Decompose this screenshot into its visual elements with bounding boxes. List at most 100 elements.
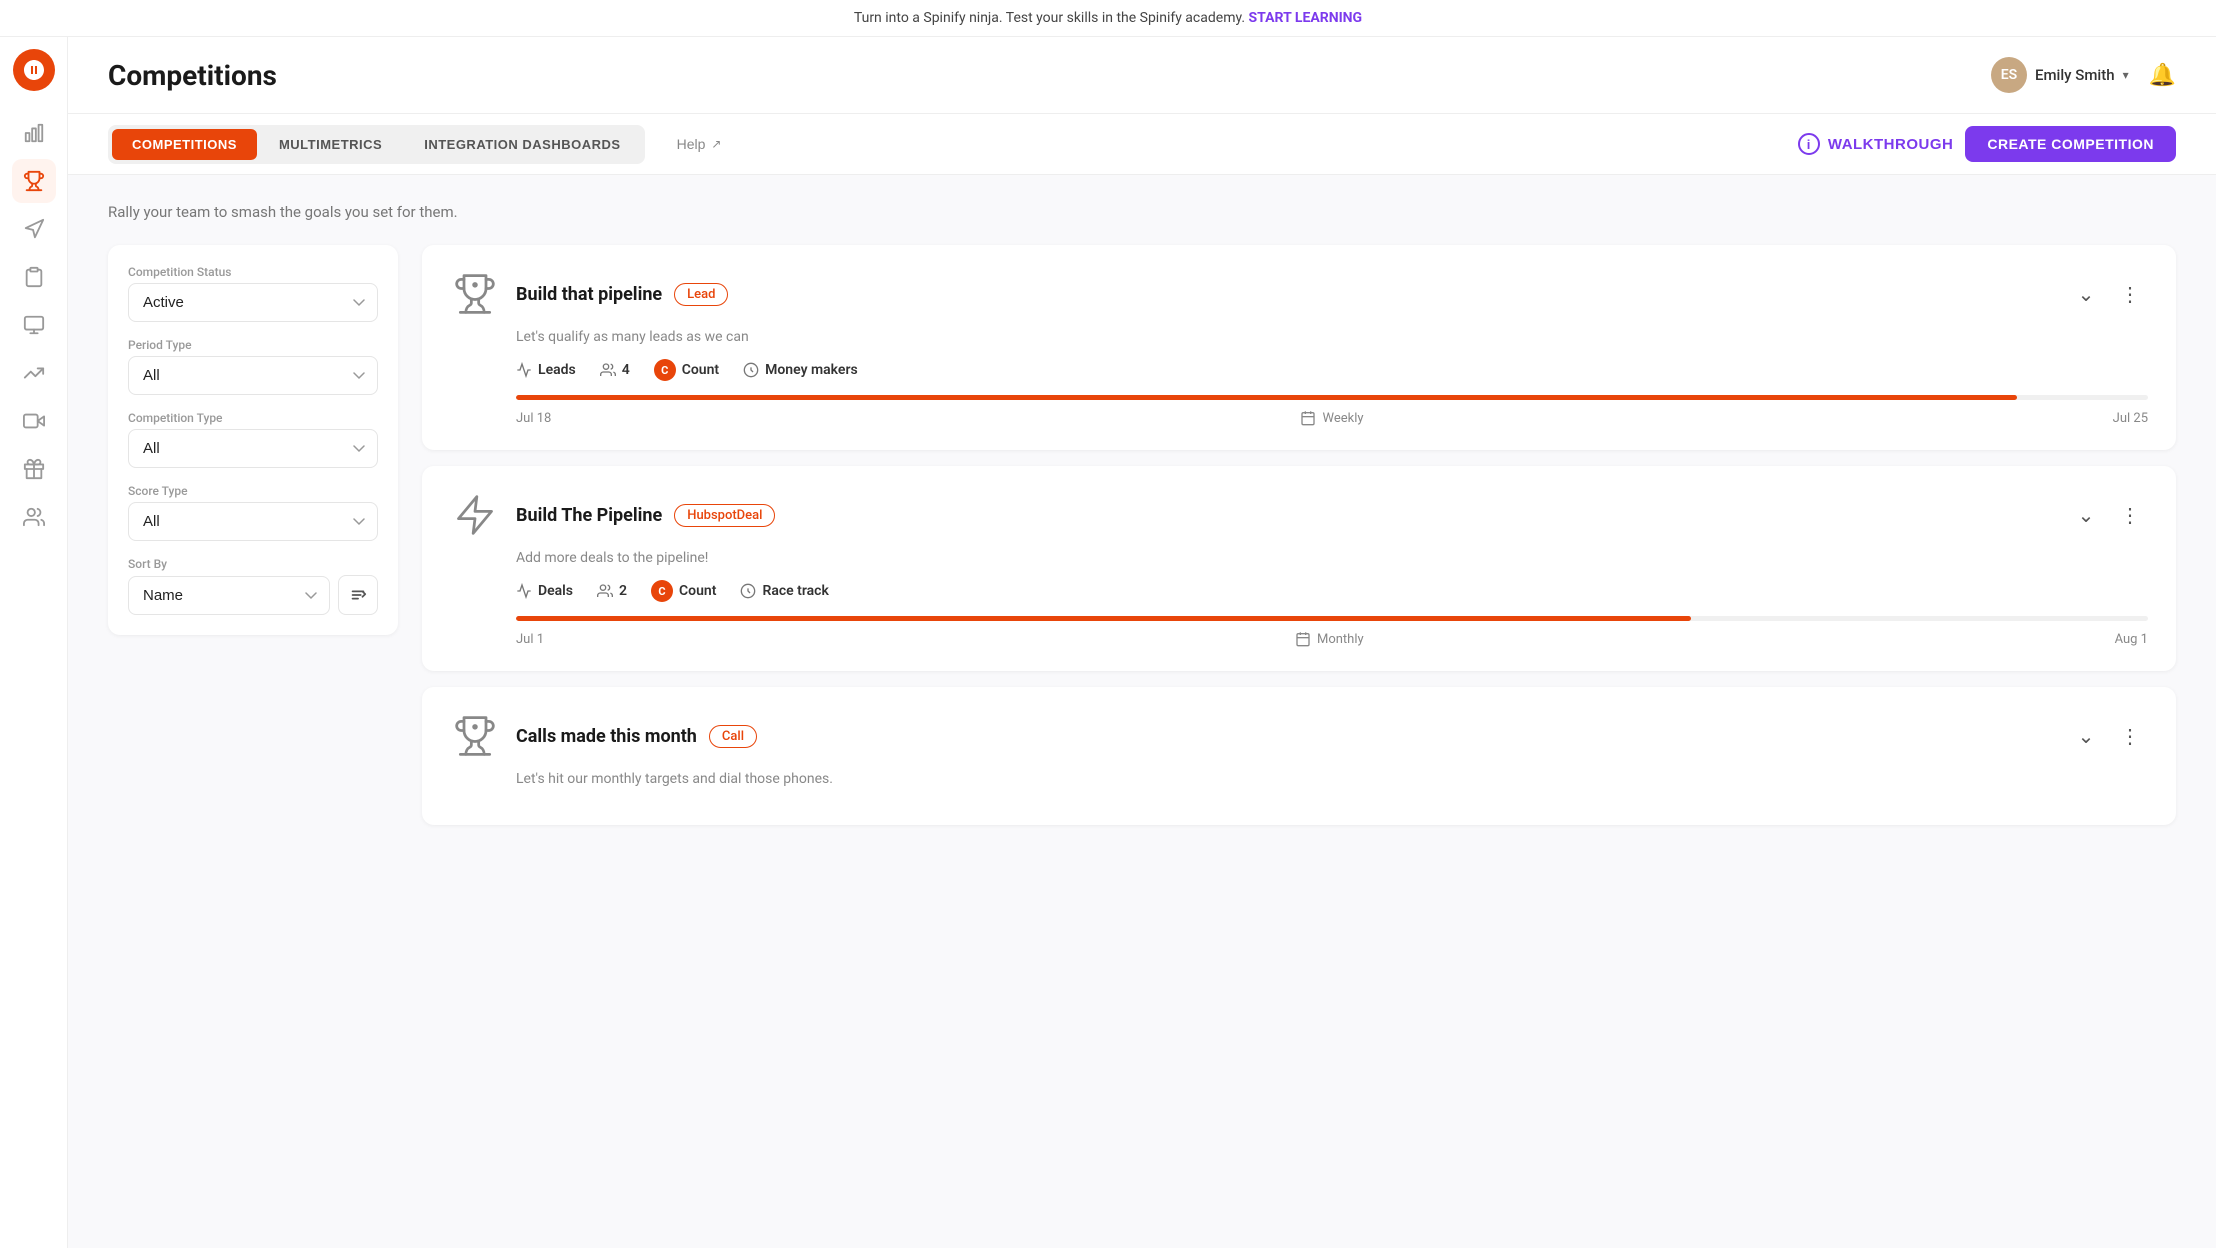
competition-tag: Call xyxy=(709,725,757,748)
competition-title: Calls made this month xyxy=(516,726,697,747)
tab-competitions[interactable]: COMPETITIONS xyxy=(112,129,257,160)
meta-display-type: Money makers xyxy=(743,362,858,378)
sidebar xyxy=(0,37,68,1248)
competition-icon xyxy=(450,490,500,540)
help-label: Help xyxy=(677,136,706,152)
sidebar-item-broadcasts[interactable] xyxy=(12,399,56,443)
content-area: Competitions ES Emily Smith ▾ 🔔 COMPETIT… xyxy=(68,37,2216,1248)
comp-menu-button[interactable]: ⋮ xyxy=(2112,718,2148,754)
walkthrough-button[interactable]: i WALKTHROUGH xyxy=(1798,133,1954,155)
sidebar-item-gifts[interactable] xyxy=(12,447,56,491)
progress-bar-bg xyxy=(516,616,2148,621)
comp-menu-button[interactable]: ⋮ xyxy=(2112,276,2148,312)
score-type-select[interactable]: All Count Sum Average xyxy=(128,502,378,541)
comp-title-row: Build that pipeline Lead xyxy=(516,283,728,306)
sidebar-logo[interactable] xyxy=(13,49,55,91)
progress-bar-fill xyxy=(516,395,2017,400)
tab-actions: i WALKTHROUGH CREATE COMPETITION xyxy=(1798,114,2176,174)
sidebar-item-users[interactable] xyxy=(12,495,56,539)
comp-expand-button[interactable]: ⌄ xyxy=(2068,276,2104,312)
competition-type-select[interactable]: All Individual Team xyxy=(128,429,378,468)
comp-description: Add more deals to the pipeline! xyxy=(516,550,2148,566)
meta-score-type: C Count xyxy=(651,580,716,602)
progress-bar-bg xyxy=(516,395,2148,400)
sidebar-item-reports[interactable] xyxy=(12,255,56,299)
competition-type-label: Competition Type xyxy=(128,411,378,425)
tab-group: COMPETITIONS MULTIMETRICS INTEGRATION DA… xyxy=(108,125,645,164)
participant-count: 4 xyxy=(622,362,630,378)
sidebar-item-competitions[interactable] xyxy=(12,159,56,203)
sidebar-item-analytics[interactable] xyxy=(12,111,56,155)
comp-progress xyxy=(516,616,2148,621)
comp-header-left: Calls made this month Call xyxy=(450,711,757,761)
sort-direction-button[interactable] xyxy=(338,575,378,615)
sort-by-label: Sort By xyxy=(128,557,378,571)
sort-by-filter: Sort By Name Date Created Start Date End… xyxy=(128,557,378,615)
metric-label: Leads xyxy=(538,362,576,378)
main-content: Rally your team to smash the goals you s… xyxy=(68,175,2216,853)
tab-integration-dashboards[interactable]: INTEGRATION DASHBOARDS xyxy=(404,129,640,160)
header-right: ES Emily Smith ▾ 🔔 xyxy=(1991,57,2176,93)
period-type-label: Period Type xyxy=(128,338,378,352)
comp-actions: ⌄ ⋮ xyxy=(2068,497,2148,533)
sort-select-wrap: Name Date Created Start Date End Date xyxy=(128,576,330,615)
competition-tag: Lead xyxy=(674,283,728,306)
score-type-label: Score Type xyxy=(128,484,378,498)
sidebar-item-announcements[interactable] xyxy=(12,207,56,251)
score-type-label: Count xyxy=(682,362,719,378)
competition-type-filter: Competition Type All Individual Team xyxy=(128,411,378,468)
comp-expand-button[interactable]: ⌄ xyxy=(2068,497,2104,533)
comp-header: Build The Pipeline HubspotDeal ⌄ ⋮ xyxy=(450,490,2148,540)
comp-menu-button[interactable]: ⋮ xyxy=(2112,497,2148,533)
comp-progress xyxy=(516,395,2148,400)
sidebar-item-tv[interactable] xyxy=(12,303,56,347)
comp-header-left: Build The Pipeline HubspotDeal xyxy=(450,490,775,540)
sidebar-item-trending[interactable] xyxy=(12,351,56,395)
period-type-select[interactable]: All Daily Weekly Monthly Custom xyxy=(128,356,378,395)
meta-participants: 4 xyxy=(600,362,630,378)
help-button[interactable]: Help ↗ xyxy=(661,128,738,160)
walkthrough-label: WALKTHROUGH xyxy=(1828,136,1954,153)
competition-tag: HubspotDeal xyxy=(674,504,775,527)
tab-bar: COMPETITIONS MULTIMETRICS INTEGRATION DA… xyxy=(68,114,2216,175)
comp-header: Build that pipeline Lead ⌄ ⋮ xyxy=(450,269,2148,319)
info-icon: i xyxy=(1798,133,1820,155)
meta-metric: Leads xyxy=(516,362,576,378)
meta-metric: Deals xyxy=(516,583,573,599)
comp-actions: ⌄ ⋮ xyxy=(2068,276,2148,312)
score-type-badge: C xyxy=(651,580,673,602)
display-type-label: Race track xyxy=(762,583,828,599)
page-title: Competitions xyxy=(108,59,277,92)
metric-label: Deals xyxy=(538,583,573,599)
content-grid: Competition Status Active All Inactive S… xyxy=(108,245,2176,825)
comp-header-left: Build that pipeline Lead xyxy=(450,269,728,319)
competition-title: Build that pipeline xyxy=(516,284,662,305)
period-label: Weekly xyxy=(1322,411,1363,426)
competitions-list: Build that pipeline Lead ⌄ ⋮ Let's quali… xyxy=(422,245,2176,825)
comp-description: Let's hit our monthly targets and dial t… xyxy=(516,771,2148,787)
comp-title-row: Build The Pipeline HubspotDeal xyxy=(516,504,775,527)
create-competition-button[interactable]: CREATE COMPETITION xyxy=(1965,126,2176,162)
participant-count: 2 xyxy=(619,583,627,599)
start-date: Jul 18 xyxy=(516,411,551,426)
banner-cta[interactable]: START LEARNING xyxy=(1249,10,1363,26)
sort-by-select[interactable]: Name Date Created Start Date End Date xyxy=(128,576,330,615)
comp-header: Calls made this month Call ⌄ ⋮ xyxy=(450,711,2148,761)
competition-card: Build The Pipeline HubspotDeal ⌄ ⋮ Add m… xyxy=(422,466,2176,671)
comp-meta: Leads 4 C Count xyxy=(516,359,2148,381)
end-date: Aug 1 xyxy=(2115,632,2148,647)
progress-bar-fill xyxy=(516,616,1691,621)
competition-title: Build The Pipeline xyxy=(516,505,662,526)
competition-status-select[interactable]: Active All Inactive Scheduled Finished xyxy=(128,283,378,322)
tab-multimetrics[interactable]: MULTIMETRICS xyxy=(259,129,402,160)
competition-status-label: Competition Status xyxy=(128,265,378,279)
page-header: Competitions ES Emily Smith ▾ 🔔 xyxy=(68,37,2216,114)
bell-icon[interactable]: 🔔 xyxy=(2149,63,2176,88)
banner-text: Turn into a Spinify ninja. Test your ski… xyxy=(854,10,1245,26)
comp-expand-button[interactable]: ⌄ xyxy=(2068,718,2104,754)
avatar: ES xyxy=(1991,57,2027,93)
meta-display-type: Race track xyxy=(740,583,828,599)
competition-card: Calls made this month Call ⌄ ⋮ Let's hit… xyxy=(422,687,2176,825)
user-info[interactable]: ES Emily Smith ▾ xyxy=(1991,57,2129,93)
meta-score-type: C Count xyxy=(654,359,719,381)
